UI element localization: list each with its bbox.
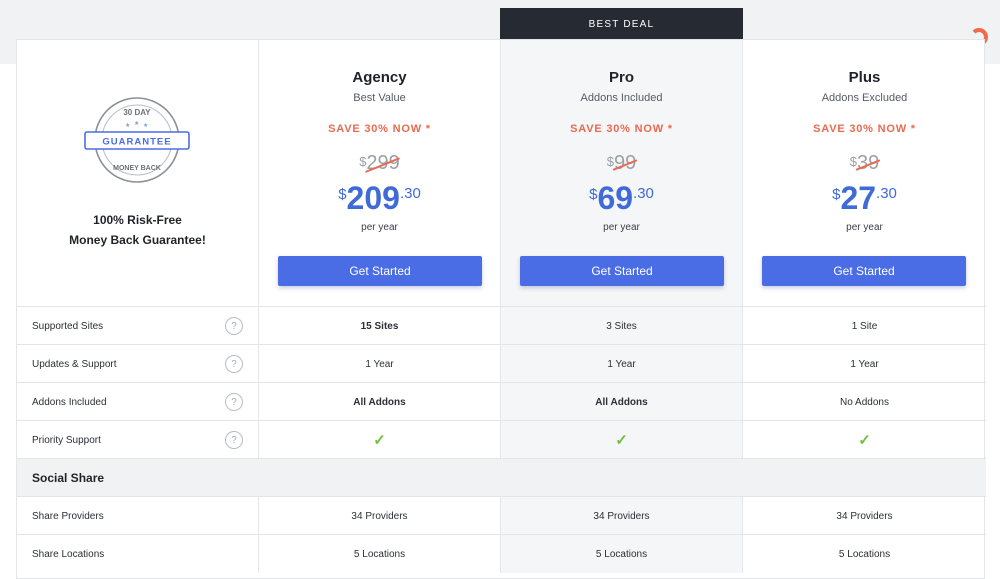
plan-column-agency: Agency Best Value SAVE 30% NOW * $299 $2… bbox=[259, 40, 501, 306]
help-icon[interactable]: ? bbox=[225, 317, 243, 335]
feature-label-cell: Supported Sites ? bbox=[17, 307, 259, 345]
all-addons-link[interactable]: All Addons bbox=[501, 383, 743, 421]
feature-value-plus: 1 Year bbox=[850, 358, 879, 370]
feature-value-pro: 5 Locations bbox=[501, 535, 743, 573]
feature-value-agency: 34 Providers bbox=[259, 497, 501, 535]
feature-label-cell: Updates & Support ? bbox=[17, 345, 259, 383]
plan-name: Agency bbox=[352, 69, 407, 86]
checkmark-icon: ✓ bbox=[373, 432, 386, 449]
original-price: $39 bbox=[743, 152, 986, 175]
guarantee-text: 100% Risk-Free Money Back Guarantee! bbox=[17, 210, 258, 250]
billing-period: per year bbox=[603, 222, 640, 233]
get-started-button-agency[interactable]: Get Started bbox=[278, 256, 482, 286]
feature-row: Priority Support ? ✓ ✓ ✓ bbox=[17, 420, 986, 459]
help-icon[interactable]: ? bbox=[225, 355, 243, 373]
sale-price-value: 69 bbox=[597, 180, 634, 216]
currency-symbol: $ bbox=[338, 186, 347, 203]
svg-text:★: ★ bbox=[125, 122, 130, 129]
get-started-button-plus[interactable]: Get Started bbox=[762, 256, 966, 286]
sale-price: $69.30 bbox=[501, 180, 742, 217]
best-deal-banner: BEST DEAL bbox=[500, 8, 743, 40]
svg-text:30 DAY: 30 DAY bbox=[123, 108, 151, 117]
plan-subtitle: Addons Excluded bbox=[821, 92, 908, 104]
checkmark-icon: ✓ bbox=[615, 432, 628, 449]
feature-row: Supported Sites ? 15 Sites 3 Sites 1 Sit… bbox=[17, 306, 986, 345]
sale-price-cents: .30 bbox=[876, 185, 897, 202]
feature-value-agency: 1 Year bbox=[259, 345, 501, 383]
plan-column-pro: Pro Addons Included SAVE 30% NOW * $99 $… bbox=[501, 40, 743, 306]
pricing-table: 30 DAY ★ ★ ★ GUARANTEE MONEY BACK 100% R… bbox=[16, 39, 986, 579]
svg-text:MONEY BACK: MONEY BACK bbox=[113, 165, 161, 172]
feature-row: Share Providers 34 Providers 34 Provider… bbox=[17, 496, 986, 535]
all-addons-link[interactable]: All Addons bbox=[259, 383, 501, 421]
section-header: Social Share bbox=[17, 458, 986, 496]
feature-label: Priority Support bbox=[32, 434, 101, 446]
svg-text:★: ★ bbox=[143, 122, 148, 129]
feature-value-agency: ✓ bbox=[259, 421, 501, 459]
sale-price-cents: .30 bbox=[399, 185, 421, 202]
original-price: $99 bbox=[501, 152, 742, 175]
feature-row: Addons Included ? All Addons All Addons … bbox=[17, 382, 986, 421]
save-label: SAVE 30% NOW * bbox=[570, 123, 673, 135]
feature-row: Share Locations 5 Locations 5 Locations … bbox=[17, 534, 986, 573]
plan-column-plus: Plus Addons Excluded SAVE 30% NOW * $39 … bbox=[743, 40, 986, 306]
feature-value-plus: 34 Providers bbox=[836, 510, 893, 522]
guarantee-line-1: 100% Risk-Free bbox=[93, 213, 182, 227]
checkmark-icon: ✓ bbox=[858, 432, 871, 449]
feature-label: Supported Sites bbox=[32, 320, 104, 332]
help-icon[interactable]: ? bbox=[225, 431, 243, 449]
feature-label: Share Locations bbox=[17, 535, 259, 573]
feature-label: Updates & Support bbox=[32, 358, 117, 370]
plan-name: Pro bbox=[608, 69, 634, 86]
save-label: SAVE 30% NOW * bbox=[813, 123, 916, 135]
billing-period: per year bbox=[846, 222, 883, 233]
original-price: $299 bbox=[259, 152, 500, 175]
feature-value-pro: 3 Sites bbox=[501, 307, 743, 345]
sale-price: $27.30 bbox=[743, 180, 986, 217]
feature-value-plus: 1 Site bbox=[851, 320, 878, 332]
feature-label-cell: Priority Support ? bbox=[17, 421, 259, 459]
currency-symbol: $ bbox=[849, 154, 857, 169]
feature-value-plus: 5 Locations bbox=[838, 548, 891, 560]
svg-text:GUARANTEE: GUARANTEE bbox=[102, 137, 171, 148]
plan-name: Plus bbox=[848, 69, 881, 86]
feature-row: Updates & Support ? 1 Year 1 Year 1 Year bbox=[17, 344, 986, 383]
money-back-guarantee-seal: 30 DAY ★ ★ ★ GUARANTEE MONEY BACK bbox=[84, 97, 190, 183]
sale-price-value: 27 bbox=[840, 180, 877, 216]
currency-symbol: $ bbox=[589, 186, 598, 203]
sale-price-cents: .30 bbox=[633, 185, 654, 202]
get-started-button-pro[interactable]: Get Started bbox=[520, 256, 724, 286]
save-label: SAVE 30% NOW * bbox=[328, 123, 431, 135]
help-icon[interactable]: ? bbox=[225, 393, 243, 411]
svg-text:★: ★ bbox=[134, 120, 139, 127]
feature-value-plus: No Addons bbox=[840, 396, 889, 408]
currency-symbol: $ bbox=[832, 186, 841, 203]
guarantee-column: 30 DAY ★ ★ ★ GUARANTEE MONEY BACK 100% R… bbox=[17, 40, 259, 306]
plan-subtitle: Best Value bbox=[353, 92, 406, 104]
feature-value-pro: 1 Year bbox=[501, 345, 743, 383]
billing-period: per year bbox=[361, 222, 398, 233]
feature-value-agency: 5 Locations bbox=[259, 535, 501, 573]
feature-label: Share Providers bbox=[17, 497, 259, 535]
feature-label: Addons Included bbox=[32, 396, 107, 408]
plan-subtitle: Addons Included bbox=[580, 92, 663, 104]
feature-value-pro: ✓ bbox=[501, 421, 743, 459]
guarantee-line-2: Money Back Guarantee! bbox=[69, 233, 206, 247]
sale-price: $209.30 bbox=[259, 180, 500, 217]
feature-value-plus: ✓ bbox=[743, 421, 986, 459]
currency-symbol: $ bbox=[606, 154, 614, 169]
sale-price-value: 209 bbox=[346, 180, 400, 216]
feature-value-agency: 15 Sites bbox=[259, 307, 501, 345]
feature-value-pro: 34 Providers bbox=[501, 497, 743, 535]
feature-label-cell: Addons Included ? bbox=[17, 383, 259, 421]
